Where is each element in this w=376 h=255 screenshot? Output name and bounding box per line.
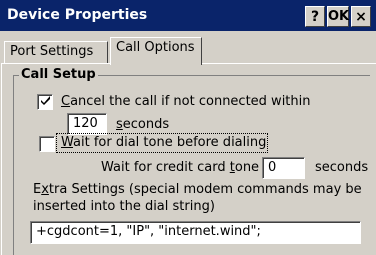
credit-card-tone-label: Wait for credit card tone	[101, 160, 260, 175]
cancel-call-label[interactable]: Cancel the call if not connected within	[61, 94, 311, 109]
credit-card-units-label: seconds	[315, 160, 369, 175]
extra-settings-input[interactable]: +cgdcont=1, "IP", "internet.wind";	[30, 221, 361, 244]
close-button[interactable]: ×	[351, 6, 371, 27]
tab-port-settings[interactable]: Port Settings	[4, 41, 108, 63]
ok-button[interactable]: OK	[327, 6, 349, 27]
device-properties-dialog: Device Properties ? OK × Port Settings C…	[0, 0, 376, 255]
timeout-units-label: seconds	[116, 117, 170, 132]
window-title: Device Properties	[7, 7, 148, 23]
tab-panel-border-left	[1, 63, 2, 255]
wait-dial-tone-checkbox[interactable]	[39, 136, 55, 152]
tab-call-options[interactable]: Call Options	[110, 37, 202, 65]
extra-settings-label-line2: inserted into the dial string)	[33, 199, 215, 214]
help-button[interactable]: ?	[305, 6, 325, 27]
call-setup-group-label: Call Setup	[19, 67, 98, 82]
wait-dial-tone-label[interactable]: Wait for dial tone before dialing	[61, 135, 266, 150]
credit-card-tone-input[interactable]: 0	[262, 157, 305, 179]
checkmark-icon	[41, 96, 50, 105]
extra-settings-label: Extra Settings (special modem commands m…	[33, 182, 362, 197]
cancel-call-checkbox[interactable]	[37, 94, 53, 110]
title-bar: Device Properties ? OK ×	[0, 0, 376, 31]
timeout-seconds-input[interactable]: 120	[67, 113, 107, 135]
